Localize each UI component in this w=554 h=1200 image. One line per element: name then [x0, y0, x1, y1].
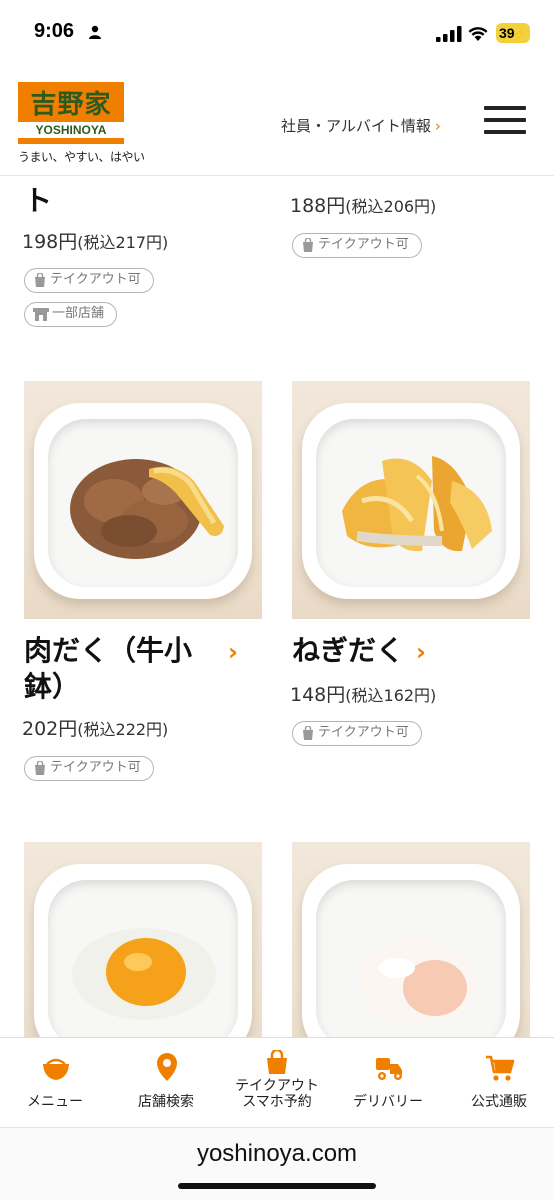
- menu-item-price: 198円(税込217円): [22, 231, 169, 253]
- cart-icon: [486, 1055, 515, 1081]
- soft-egg-illustration: [359, 938, 475, 1026]
- takeout-bag-icon: [35, 272, 45, 287]
- hamburger-line: [484, 106, 526, 110]
- menu-item-title: 肉だく（牛小: [24, 634, 193, 667]
- nav-takeout-label-line1: テイクアウト: [235, 1078, 319, 1094]
- hamburger-menu-button[interactable]: [484, 106, 526, 138]
- store-icon: [33, 307, 49, 321]
- takeout-badge: テイクアウト可: [292, 233, 422, 258]
- yoshinoya-logo[interactable]: 吉野家 YOSHINOYA: [18, 82, 124, 144]
- nav-online-shop[interactable]: 公式通販: [444, 1038, 554, 1128]
- raw-egg-illustration: [72, 928, 216, 1020]
- person-icon: [89, 25, 101, 39]
- logo-kanji: 吉野家: [30, 90, 112, 120]
- menu-item-image-raw-egg[interactable]: [24, 842, 262, 1037]
- beef-food-illustration: [70, 459, 224, 559]
- takeout-badge: テイクアウト可: [24, 268, 154, 293]
- menu-item-title-line2: 鉢）: [24, 670, 81, 703]
- home-indicator[interactable]: [178, 1183, 376, 1189]
- menu-item-image-soft-egg[interactable]: [292, 842, 530, 1037]
- nav-menu[interactable]: メニュー: [0, 1038, 110, 1128]
- takeout-bag-icon: [267, 1050, 287, 1074]
- status-time: 9:06: [34, 20, 75, 42]
- nav-store-search-label: 店舗検索: [138, 1094, 194, 1110]
- hamburger-line: [484, 130, 526, 134]
- bottom-navigation: メニュー 店舗検索 テイクアウト スマホ予約 デリバリー 公式通販: [0, 1037, 554, 1127]
- takeout-badge: テイクアウト可: [24, 756, 154, 781]
- status-bar: 9:06 39 ⚡: [0, 0, 554, 66]
- nav-takeout-reservation[interactable]: テイクアウト スマホ予約: [222, 1038, 332, 1128]
- menu-item-price: 188円(税込206円): [290, 195, 437, 217]
- nav-store-search[interactable]: 店舗検索: [111, 1038, 221, 1128]
- battery-indicator: 39 ⚡: [496, 23, 530, 43]
- onion-food-illustration: [342, 456, 492, 552]
- nav-online-shop-label: 公式通販: [471, 1094, 527, 1110]
- limited-stores-badge: 一部店舗: [24, 302, 118, 327]
- recruit-info-link[interactable]: 社員・アルバイト情報 ›: [281, 115, 441, 136]
- takeout-bag-icon: [303, 237, 313, 252]
- takeout-badge: テイクアウト可: [292, 721, 422, 746]
- takeout-bag-icon: [303, 725, 313, 740]
- site-header: 吉野家 YOSHINOYA うまい、やすい、はやい 社員・アルバイト情報 ›: [0, 66, 554, 176]
- logo-en: YOSHINOYA: [35, 123, 107, 137]
- wifi-icon: [468, 27, 488, 41]
- menu-item-price: 202円(税込222円): [22, 718, 169, 740]
- nav-menu-label: メニュー: [27, 1094, 83, 1110]
- url-text[interactable]: yoshinoya.com: [0, 1140, 554, 1168]
- chevron-right-icon: ›: [434, 117, 441, 135]
- nav-delivery[interactable]: デリバリー: [333, 1038, 443, 1128]
- nav-takeout-label-line2: スマホ予約: [242, 1094, 312, 1110]
- menu-item-title: ねぎだく ›: [292, 634, 426, 667]
- menu-item-price: 148円(税込162円): [290, 684, 437, 706]
- menu-item-image-negidaku[interactable]: [292, 381, 530, 619]
- bowl-icon: [43, 1058, 69, 1080]
- nav-delivery-label: デリバリー: [353, 1094, 423, 1110]
- menu-list: ト 198円(税込217円) テイクアウト可 一部店舗 188円(税込206円)…: [0, 177, 554, 1037]
- chevron-right-icon: ›: [228, 638, 238, 666]
- recruit-info-label: 社員・アルバイト情報: [281, 117, 431, 135]
- takeout-bag-icon: [35, 760, 45, 775]
- charging-bolt-icon: ⚡: [512, 26, 527, 40]
- browser-address-bar[interactable]: yoshinoya.com: [0, 1127, 554, 1200]
- hamburger-line: [484, 118, 526, 122]
- location-pin-icon: [157, 1053, 177, 1081]
- logo-tagline: うまい、やすい、はやい: [18, 150, 145, 164]
- delivery-bike-icon: [376, 1058, 402, 1080]
- cellular-signal-icon: [436, 26, 462, 42]
- menu-item-image-nikudaku[interactable]: [24, 381, 262, 619]
- menu-item-title: ト: [24, 184, 53, 217]
- chevron-right-icon: ›: [416, 638, 426, 666]
